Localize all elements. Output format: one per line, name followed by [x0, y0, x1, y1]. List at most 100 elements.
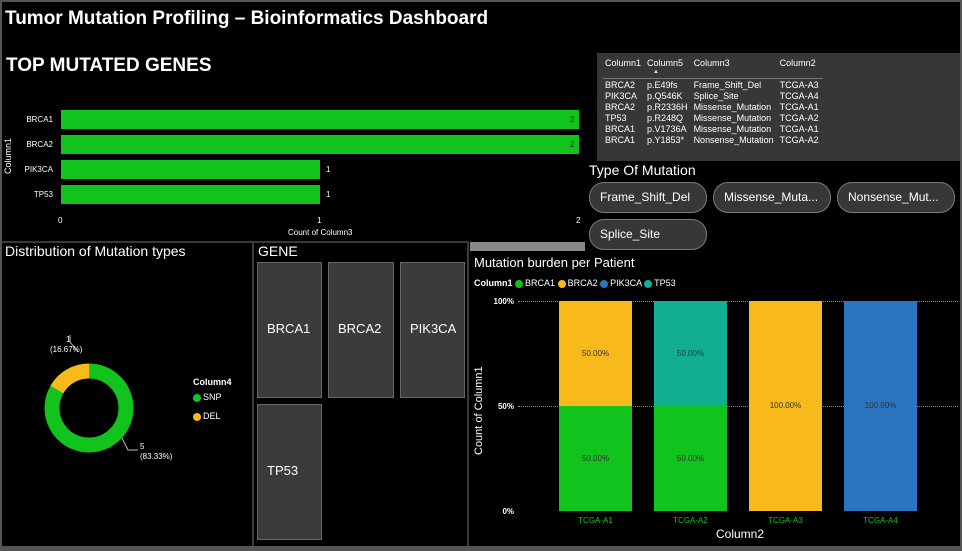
top-genes-bar[interactable] — [61, 185, 320, 204]
section-divider — [252, 241, 254, 546]
gene-tile-label: BRCA1 — [267, 321, 311, 336]
table-header-row: Column1 Column5 Column3 Column2 — [603, 58, 823, 79]
legend-item-snp[interactable]: SNP — [193, 392, 222, 402]
burden-bar-segment[interactable]: 50.00% — [559, 301, 632, 406]
donut-label-del-pct: (16.67%) — [50, 345, 83, 354]
burden-bar-segment[interactable]: 50.00% — [654, 406, 727, 511]
legend-brca1-dot-icon — [515, 279, 524, 288]
scrollbar-thumb[interactable] — [470, 242, 585, 251]
legend-brca2-label: BRCA2 — [567, 278, 598, 288]
table-cell: Frame_Shift_Del — [693, 80, 762, 90]
table-cell: BRCA2 — [605, 102, 636, 112]
top-genes-category-label: BRCA2 — [26, 140, 53, 149]
burden-segment-label: 50.00% — [581, 348, 610, 358]
gene-tile-label: BRCA2 — [338, 321, 382, 336]
legend-brca2-dot-icon — [557, 279, 566, 288]
table-row[interactable]: TP53 p.R248Q Missense_Mutation TCGA-A2 — [603, 112, 823, 123]
legend-del-label: DEL — [203, 411, 221, 421]
top-genes-bar-value: 1 — [326, 165, 331, 174]
burden-segment-label: 50.00% — [676, 348, 705, 358]
table-cell: Nonsense_Mutation — [693, 135, 774, 145]
burden-segment-label: 50.00% — [581, 453, 610, 463]
legend-item-brca1[interactable]: BRCA1 — [515, 278, 555, 288]
slicer-option-missense[interactable]: Missense_Muta... — [713, 182, 831, 213]
table-cell: TCGA-A2 — [779, 135, 819, 145]
top-genes-bar[interactable] — [61, 135, 579, 154]
table-cell: TCGA-A4 — [779, 91, 819, 101]
table-cell: BRCA2 — [605, 80, 636, 90]
top-genes-bar-value: 2 — [570, 140, 575, 149]
gene-tile-brca1[interactable]: BRCA1 — [257, 262, 322, 398]
top-genes-chart[interactable]: BRCA1 2 BRCA2 2 PIK3CA 1 TP53 1 — [0, 100, 590, 240]
burden-bar-segment[interactable]: 100.00% — [749, 301, 822, 511]
table-cell: TCGA-A1 — [779, 124, 819, 134]
legend-item-brca2[interactable]: BRCA2 — [557, 278, 598, 288]
burden-x-category-label: TCGA-A1 — [578, 516, 613, 525]
table-row[interactable]: BRCA1 p.V1736A Missense_Mutation TCGA-A1 — [603, 123, 823, 134]
top-genes-x-tick-1: 1 — [317, 216, 322, 225]
table-row[interactable]: BRCA2 p.R2336H Missense_Mutation TCGA-A1 — [603, 101, 823, 112]
top-genes-category-label: TP53 — [33, 190, 53, 199]
distribution-legend-title: Column4 — [193, 377, 232, 387]
top-genes-bar[interactable] — [61, 160, 320, 179]
table-row[interactable]: BRCA2 p.E49fs Frame_Shift_Del TCGA-A3 — [603, 79, 823, 90]
slicer-option-splice-site[interactable]: Splice_Site — [589, 219, 707, 250]
top-genes-x-tick-2: 2 — [576, 216, 581, 225]
burden-legend-title: Column1 — [474, 278, 513, 288]
donut-label-del-count: 1 — [66, 335, 71, 344]
burden-bar-segment[interactable]: 50.00% — [654, 301, 727, 406]
burden-legend: Column1 BRCA1 BRCA2 PIK3CA TP53 — [474, 278, 676, 288]
slicer-option-frame-shift-del[interactable]: Frame_Shift_Del — [589, 182, 707, 213]
mutation-table[interactable]: Column1 Column5 Column3 Column2 BRCA2 p.E… — [597, 53, 960, 161]
burden-x-category-label: TCGA-A3 — [768, 516, 803, 525]
burden-bar-segment[interactable]: 50.00% — [559, 406, 632, 511]
legend-snp-label: SNP — [203, 392, 222, 402]
table-header-column1[interactable]: Column1 — [603, 58, 646, 79]
donut-label-snp-pct: (83.33%) — [140, 452, 173, 461]
donut-label-snp-count: 5 — [140, 442, 145, 451]
gene-tile-pik3ca[interactable]: PIK3CA — [400, 262, 465, 398]
table-cell: TP53 — [605, 113, 627, 123]
sort-ascending-icon[interactable]: ▲ — [653, 69, 659, 75]
table-cell: Missense_Mutation — [693, 113, 772, 123]
gene-tile-brca2[interactable]: BRCA2 — [328, 262, 394, 398]
table-cell: TCGA-A2 — [779, 113, 819, 123]
slicer-option-nonsense[interactable]: Nonsense_Mut... — [837, 182, 955, 213]
gene-tile-tp53[interactable]: TP53 — [257, 404, 322, 540]
top-genes-x-tick-0: 0 — [58, 216, 63, 225]
gene-tiles-title: GENE — [258, 243, 298, 259]
table-cell: TCGA-A3 — [779, 80, 819, 90]
burden-title: Mutation burden per Patient — [474, 255, 635, 270]
top-genes-category-label: BRCA1 — [26, 115, 53, 124]
burden-y-tick-50: 50% — [497, 402, 514, 411]
table-cell: Missense_Mutation — [693, 102, 772, 112]
top-genes-x-axis-label: Count of Column3 — [288, 228, 353, 237]
top-genes-bar-value: 1 — [326, 190, 331, 199]
slicer-title: Type Of Mutation — [589, 162, 696, 178]
burden-y-tick-100: 100% — [493, 297, 514, 306]
table-cell: PIK3CA — [605, 91, 638, 101]
table-row[interactable]: PIK3CA p.Q546K Splice_Site TCGA-A4 — [603, 90, 823, 101]
top-genes-title: TOP MUTATED GENES — [6, 55, 212, 76]
legend-tp53-label: TP53 — [654, 278, 676, 288]
legend-snp-dot-icon — [193, 393, 201, 402]
burden-bar-segment[interactable]: 100.00% — [844, 301, 917, 511]
table-cell: p.Q546K — [647, 91, 683, 101]
table-cell: BRCA1 — [605, 135, 636, 145]
table-cell: p.R2336H — [647, 102, 688, 112]
burden-x-axis-label: Column2 — [716, 527, 765, 541]
top-genes-bar[interactable] — [61, 110, 579, 129]
legend-tp53-dot-icon — [644, 279, 653, 288]
burden-segment-label: 100.00% — [864, 401, 897, 410]
table-header-column3[interactable]: Column3 — [691, 58, 778, 79]
burden-x-category-label: TCGA-A2 — [673, 516, 708, 525]
table-row[interactable]: BRCA1 p.Y1853* Nonsense_Mutation TCGA-A2 — [603, 134, 823, 145]
table-cell: TCGA-A1 — [779, 102, 819, 112]
burden-y-axis-label: Count of Column1 — [473, 366, 485, 455]
table-header-column2[interactable]: Column2 — [777, 58, 823, 79]
legend-item-pik3ca[interactable]: PIK3CA — [600, 278, 642, 288]
legend-item-del[interactable]: DEL — [193, 411, 221, 421]
table-header-column5[interactable]: Column5 — [645, 58, 692, 79]
section-divider — [467, 241, 469, 546]
legend-item-tp53[interactable]: TP53 — [644, 278, 676, 288]
